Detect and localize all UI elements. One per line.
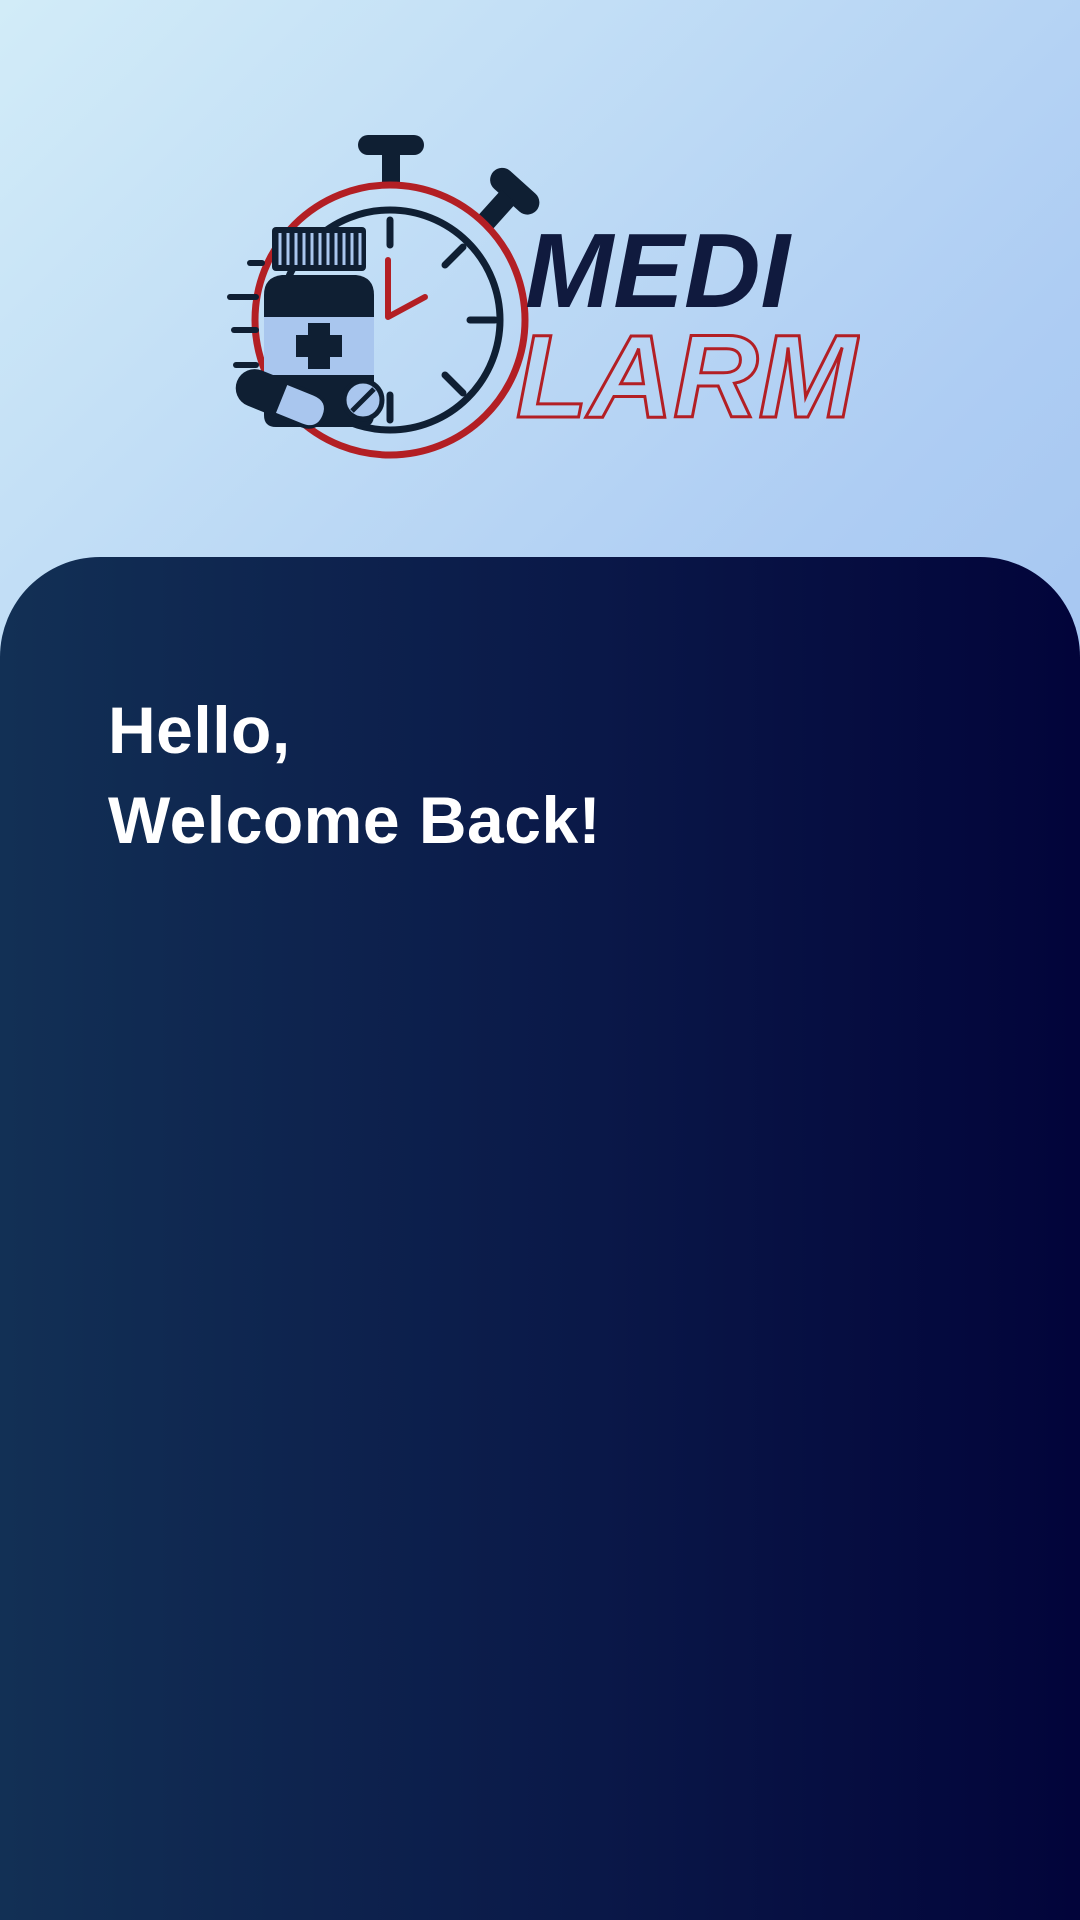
login-screen: MEDI LARM Hello, Welcome Back! <box>0 0 1080 1920</box>
logo-text-larm: LARM <box>516 311 860 443</box>
welcome-heading: Hello, Welcome Back! <box>108 685 601 865</box>
greeting-welcome-back: Welcome Back! <box>108 783 602 857</box>
medilarm-logo: MEDI LARM <box>220 125 860 465</box>
welcome-panel: Hello, Welcome Back! <box>0 557 1080 1920</box>
greeting-hello: Hello, <box>108 693 291 767</box>
tablet-icon <box>341 378 385 422</box>
